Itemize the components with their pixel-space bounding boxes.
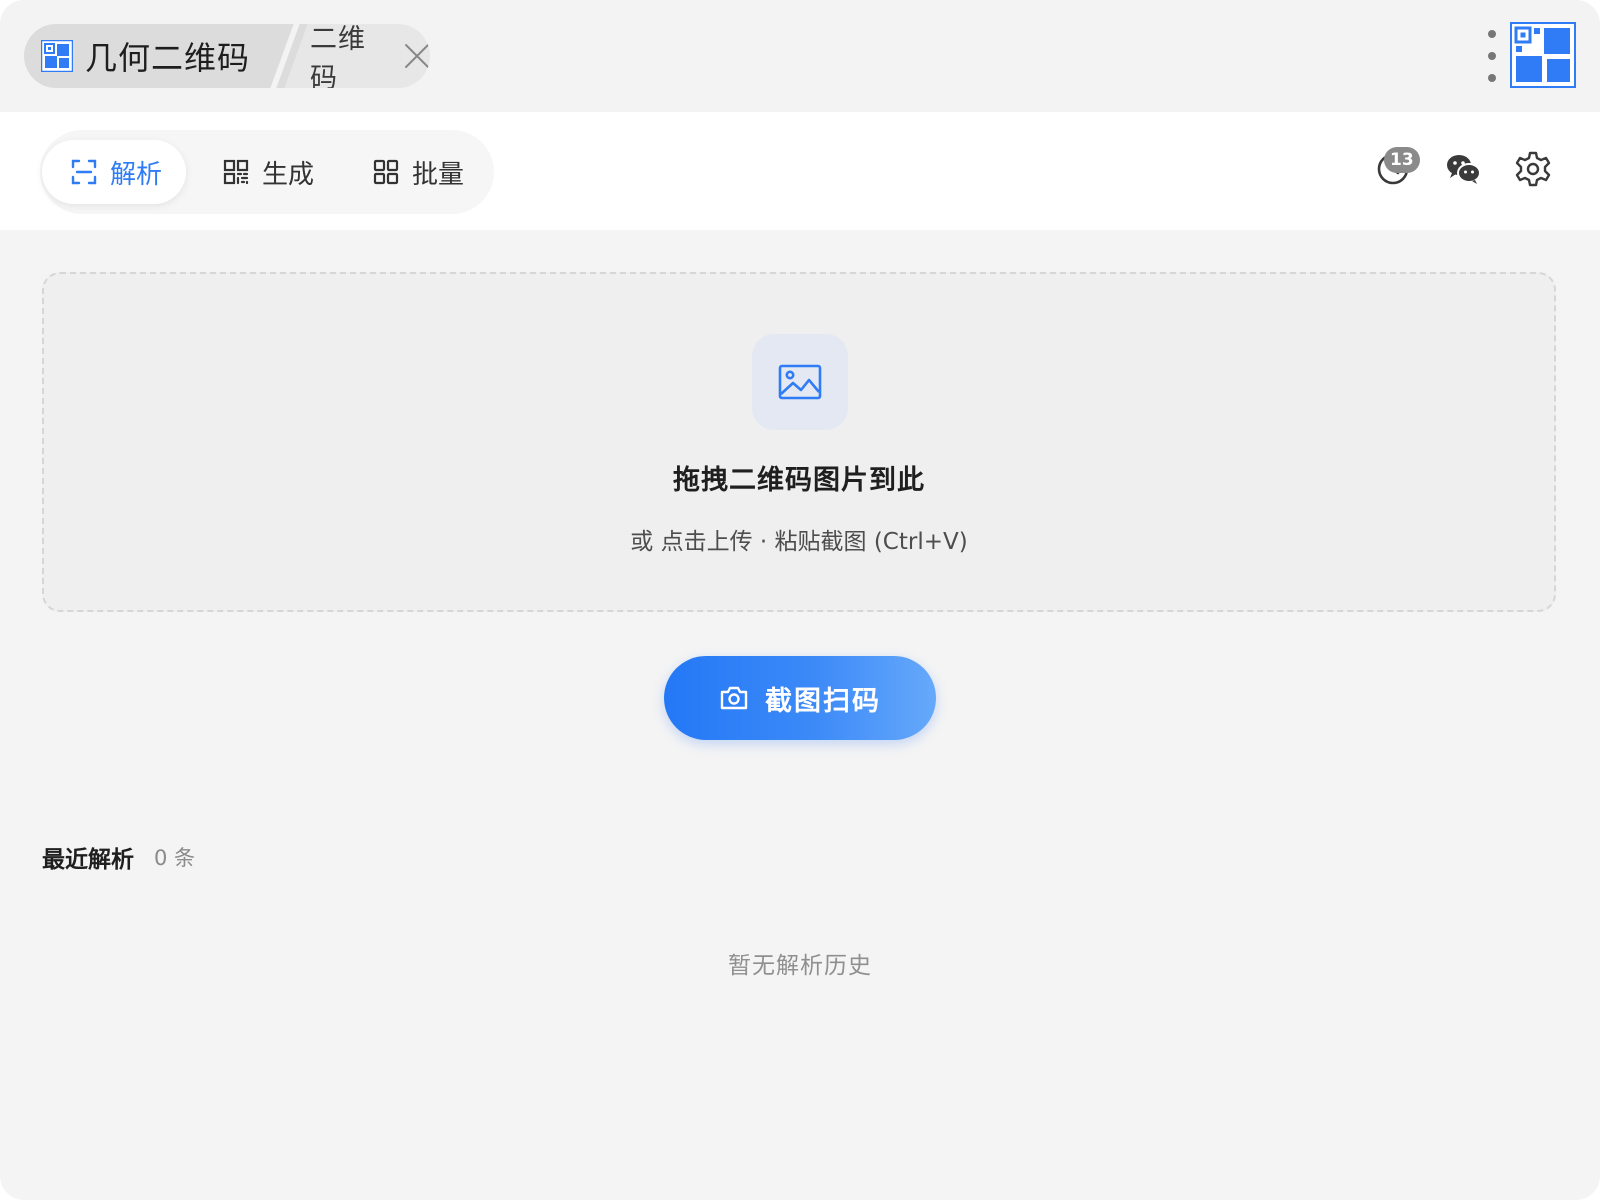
title-bar: 几何二维码 二维码 <box>0 0 1600 112</box>
history-count-badge: 13 <box>1384 147 1420 173</box>
tab-generate-label: 生成 <box>262 159 315 190</box>
more-vertical-icon-dot <box>1488 30 1496 38</box>
screenshot-scan-label: 截图扫码 <box>765 685 881 717</box>
recent-section-title: 最近解析 <box>42 847 134 873</box>
image-icon <box>778 364 822 400</box>
document-tab-label: 二维码 <box>310 24 366 88</box>
drop-zone-title: 拖拽二维码图片到此 <box>673 465 925 496</box>
image-icon-tile <box>752 334 848 430</box>
recent-count: 0 条 <box>154 846 196 870</box>
screenshot-scan-button[interactable]: 截图扫码 <box>664 656 936 740</box>
more-vertical-icon-dot <box>1488 52 1496 60</box>
document-tab[interactable]: 二维码 <box>310 24 430 88</box>
gear-icon[interactable] <box>1514 150 1552 188</box>
tab-batch[interactable]: 批量 <box>366 140 486 204</box>
app-logo-icon <box>41 40 73 72</box>
app-window: 几何二维码 二维码 解析 生成 批量 13 拖拽二维码图片到此 或 点击上传 ·… <box>0 0 1600 1200</box>
brand-logo-icon <box>1510 22 1576 88</box>
scan-frame-icon <box>71 159 97 185</box>
tab-parse-label: 解析 <box>110 159 163 190</box>
qr-code-icon <box>223 159 249 185</box>
app-title: 几何二维码 <box>85 39 251 77</box>
wechat-icon[interactable] <box>1444 150 1482 188</box>
image-drop-zone[interactable]: 拖拽二维码图片到此 或 点击上传 · 粘贴截图 (Ctrl+V) <box>42 272 1556 612</box>
grid-icon <box>373 159 399 185</box>
camera-icon <box>720 686 748 710</box>
tab-batch-label: 批量 <box>412 159 465 190</box>
mode-tabs: 解析 生成 批量 <box>40 130 494 214</box>
more-menu-button[interactable] <box>1484 30 1500 82</box>
toolbar: 解析 生成 批量 <box>0 112 1600 230</box>
empty-history-text: 暂无解析历史 <box>728 953 872 979</box>
tab-parse[interactable]: 解析 <box>42 140 186 204</box>
app-tab[interactable]: 几何二维码 <box>24 24 282 88</box>
tab-generate[interactable]: 生成 <box>216 140 336 204</box>
more-vertical-icon-dot <box>1488 74 1496 82</box>
drop-zone-subtitle: 或 点击上传 · 粘贴截图 (Ctrl+V) <box>630 529 968 555</box>
tab-group: 几何二维码 二维码 <box>24 24 430 88</box>
close-icon <box>404 44 429 68</box>
tab-close-button[interactable] <box>403 41 430 71</box>
